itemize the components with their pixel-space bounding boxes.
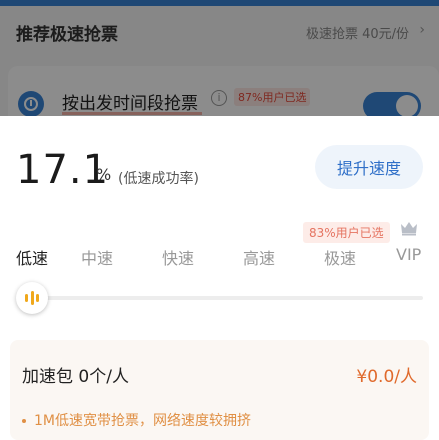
- speed-sheet: 17.1 % (低速成功率) 提升速度 83%用户已选 低速 中速 快速 高速 …: [0, 116, 439, 440]
- tier-vip[interactable]: VIP: [396, 245, 421, 264]
- speed-slider-track[interactable]: [16, 296, 423, 300]
- tier-low[interactable]: 低速: [16, 245, 48, 269]
- speed-package-card: 加速包 0个/人 ¥0.0/人 1M低速宽带抢票，网络速度较拥挤: [10, 340, 429, 440]
- package-price: ¥0.0/人: [356, 367, 417, 387]
- success-rate-label: (低速成功率): [118, 171, 199, 187]
- tier-popular-badge: 83%用户已选: [303, 222, 390, 243]
- tier-medium[interactable]: 中速: [81, 245, 113, 269]
- dim-overlay[interactable]: [0, 0, 439, 116]
- tier-high[interactable]: 高速: [243, 245, 275, 269]
- boost-speed-button[interactable]: 提升速度: [315, 145, 423, 189]
- speed-tier-list: 低速 中速 快速 高速 极速 VIP: [0, 245, 439, 269]
- crown-icon: [401, 222, 417, 236]
- tier-fast[interactable]: 快速: [162, 245, 194, 269]
- package-description: 1M低速宽带抢票，网络速度较拥挤: [22, 410, 251, 430]
- tier-extreme[interactable]: 极速: [324, 245, 356, 269]
- package-title: 加速包 0个/人: [22, 367, 129, 387]
- success-rate-unit: %: [96, 165, 112, 184]
- speed-slider-handle[interactable]: [16, 282, 48, 314]
